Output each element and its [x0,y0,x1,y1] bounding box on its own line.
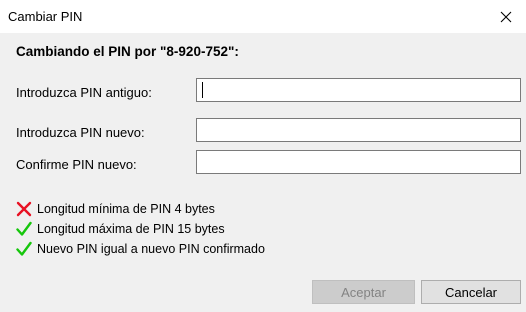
rule-text: Longitud máxima de PIN 15 bytes [37,222,225,236]
rule-max-length: Longitud máxima de PIN 15 bytes [16,220,225,238]
check-icon [16,221,32,237]
old-pin-input[interactable] [196,78,521,102]
rule-text: Nuevo PIN igual a nuevo PIN confirmado [37,242,265,256]
dialog-heading: Cambiando el PIN por "8-920-752": [16,44,239,59]
text-caret [202,82,203,98]
cancel-button[interactable]: Cancelar [421,280,521,304]
title-bar: Cambiar PIN [0,0,526,33]
change-pin-dialog: Cambiar PIN Cambiando el PIN por "8-920-… [0,0,526,312]
close-button[interactable] [486,0,526,33]
new-pin-input[interactable] [196,118,521,142]
rule-min-length: Longitud mínima de PIN 4 bytes [16,200,215,218]
window-title: Cambiar PIN [8,9,83,24]
new-pin-label: Introduzca PIN nuevo: [16,125,145,140]
cross-icon [16,201,32,217]
confirm-pin-label: Confirme PIN nuevo: [16,157,137,172]
check-icon [16,241,32,257]
accept-button[interactable]: Aceptar [312,280,415,304]
rule-pin-match: Nuevo PIN igual a nuevo PIN confirmado [16,240,265,258]
rule-text: Longitud mínima de PIN 4 bytes [37,202,215,216]
close-icon [500,11,512,22]
old-pin-label: Introduzca PIN antiguo: [16,85,152,100]
confirm-pin-input[interactable] [196,150,521,174]
